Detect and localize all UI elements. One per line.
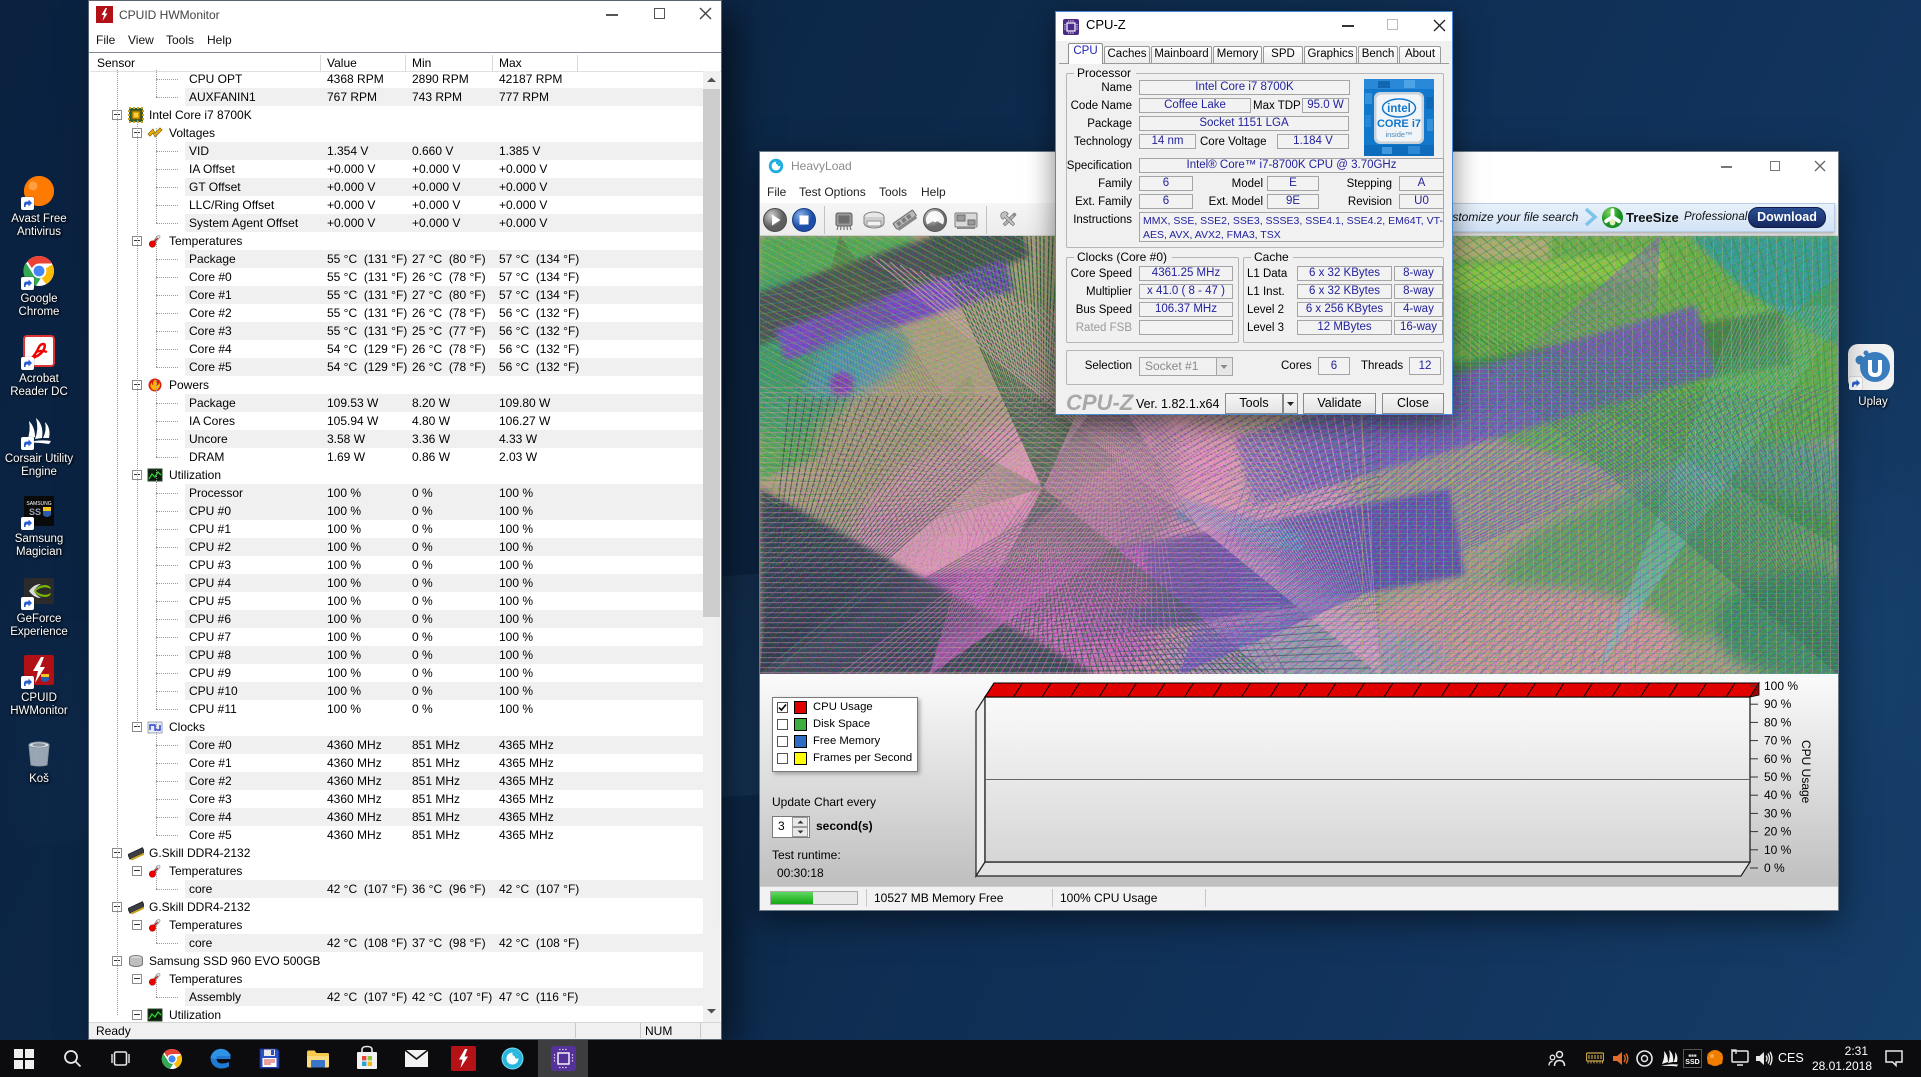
svg-text:SS: SS	[29, 507, 41, 517]
svg-text:10 %: 10 %	[1764, 843, 1792, 857]
svg-text:intel: intel	[1387, 103, 1411, 115]
svg-text:0 %: 0 %	[1764, 861, 1785, 875]
svg-text:50 %: 50 %	[1764, 770, 1792, 784]
svg-text:inside™: inside™	[1385, 130, 1412, 139]
svg-text:100 %: 100 %	[1764, 679, 1798, 693]
svg-text:20 %: 20 %	[1764, 825, 1792, 839]
svg-text:30 %: 30 %	[1764, 806, 1792, 820]
svg-text:CORE i7: CORE i7	[1377, 118, 1421, 130]
svg-text:40 %: 40 %	[1764, 788, 1792, 802]
svg-text:60 %: 60 %	[1764, 752, 1792, 766]
svg-text:70 %: 70 %	[1764, 734, 1792, 748]
svg-text:90 %: 90 %	[1764, 697, 1792, 711]
svg-text:80 %: 80 %	[1764, 715, 1792, 729]
svg-text:SSD: SSD	[1685, 1059, 1699, 1066]
svg-text:■■■: ■■■	[1688, 1053, 1696, 1058]
